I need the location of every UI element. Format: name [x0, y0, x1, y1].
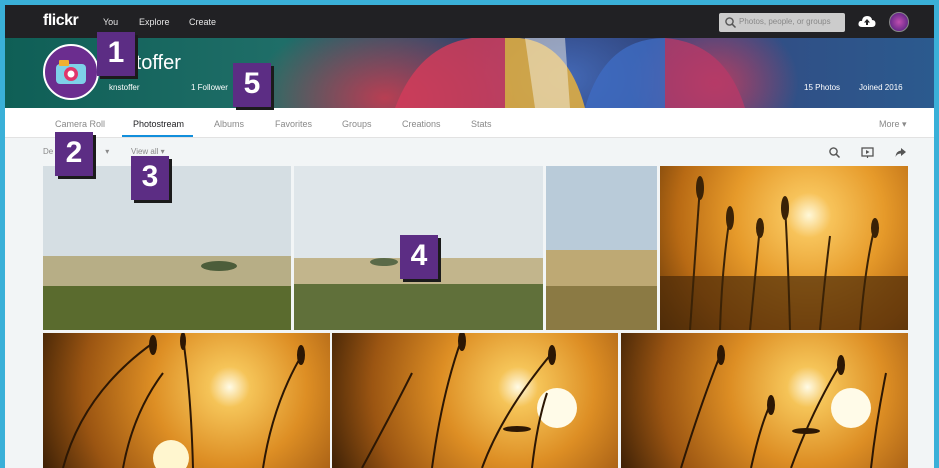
more-menu[interactable]: More ▾ [879, 119, 907, 130]
profile-username: knstoffer [109, 83, 140, 92]
followers-link[interactable]: 1 Follower [191, 83, 228, 92]
date-dropdown-label: De [43, 147, 54, 156]
profile-avatar[interactable] [43, 44, 99, 100]
grass-sunset-photo [361, 333, 577, 468]
share-icon[interactable] [894, 146, 907, 159]
search-input[interactable]: Photos, people, or groups [719, 13, 845, 32]
camera-icon [56, 60, 86, 84]
nav-create[interactable]: Create [189, 17, 216, 27]
profile-banner: krstoffer knstoffer 1 Follower ng 15 Pho… [5, 38, 934, 108]
joined-date: Joined 2016 [859, 83, 903, 92]
user-avatar[interactable] [889, 12, 909, 32]
top-nav: flickr You Explore Create Photos, people… [5, 5, 934, 38]
callout-badge-3: 3 [131, 156, 169, 200]
flickr-window: flickr You Explore Create Photos, people… [5, 5, 934, 468]
tab-photostream[interactable]: Photostream [133, 119, 184, 129]
active-tab-indicator [122, 135, 193, 137]
callout-badge-5: 5 [233, 63, 271, 107]
callout-badge-4: 4 [400, 235, 438, 279]
photo-tile[interactable] [660, 166, 908, 330]
callout-badge-2: 2 [55, 132, 93, 176]
tab-albums[interactable]: Albums [214, 119, 244, 129]
photo-tile[interactable] [621, 333, 908, 468]
view-all-dropdown[interactable]: View all ▾ [131, 147, 165, 156]
photo-tile[interactable] [546, 166, 657, 330]
nav-explore[interactable]: Explore [139, 17, 170, 27]
search-icon [725, 17, 737, 29]
tab-creations[interactable]: Creations [402, 119, 441, 129]
photo-tile[interactable] [332, 333, 618, 468]
grass-sunset-photo [680, 345, 887, 468]
tab-camera-roll[interactable]: Camera Roll [55, 119, 105, 129]
field-photo [546, 166, 657, 330]
profile-tabs: Camera Roll Photostream Albums Favorites… [5, 108, 934, 138]
chevron-down-icon: ▾ [105, 147, 110, 156]
nav-you[interactable]: You [103, 17, 118, 27]
photos-count: 15 Photos [804, 83, 841, 92]
slideshow-icon[interactable] [861, 146, 874, 159]
grass-sunset-photo [62, 333, 305, 468]
tab-stats[interactable]: Stats [471, 119, 492, 129]
grass-sunset-photo [660, 176, 908, 330]
upload-cloud-icon[interactable] [858, 14, 876, 28]
balloon-cover-image [395, 38, 745, 108]
flickr-logo[interactable]: flickr [43, 12, 79, 30]
tab-favorites[interactable]: Favorites [275, 119, 312, 129]
tab-groups[interactable]: Groups [342, 119, 372, 129]
search-placeholder: Photos, people, or groups [739, 17, 831, 26]
callout-badge-1: 1 [97, 32, 135, 76]
photo-tile[interactable] [43, 333, 330, 468]
search-icon[interactable] [828, 146, 841, 159]
